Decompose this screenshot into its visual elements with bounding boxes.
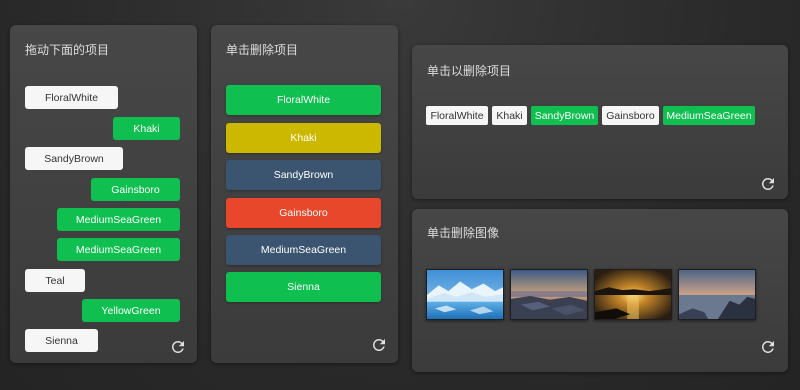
drag-item[interactable]: FloralWhite bbox=[25, 86, 118, 109]
drag-item[interactable]: Sienna bbox=[25, 329, 98, 352]
delete-item[interactable]: Khaki bbox=[226, 123, 381, 153]
drag-item[interactable]: YellowGreen bbox=[82, 299, 180, 322]
delete-item[interactable]: Gainsboro bbox=[226, 198, 381, 228]
coastal-rocks-dusk-image[interactable] bbox=[678, 269, 756, 320]
panel-title: 拖动下面的项目 bbox=[25, 43, 110, 57]
tags-panel: 单击以删除项目 FloralWhite Khaki SandyBrown Gai… bbox=[412, 45, 788, 199]
panel-title: 单击删除图像 bbox=[427, 226, 500, 240]
drag-item[interactable]: Gainsboro bbox=[91, 178, 180, 201]
tag-item[interactable]: SandyBrown bbox=[531, 106, 598, 125]
drag-item[interactable]: MediumSeaGreen bbox=[57, 238, 180, 261]
tag-item[interactable]: MediumSeaGreen bbox=[663, 106, 755, 125]
drag-item[interactable]: MediumSeaGreen bbox=[57, 208, 180, 231]
rocky-shore-sunset-image[interactable] bbox=[510, 269, 588, 320]
panel-title: 单击以删除项目 bbox=[427, 64, 512, 78]
drag-item[interactable]: Khaki bbox=[113, 117, 180, 140]
tag-item[interactable]: FloralWhite bbox=[426, 106, 488, 125]
drag-item[interactable]: Teal bbox=[25, 269, 85, 292]
reload-icon[interactable] bbox=[370, 336, 388, 354]
golden-sunset-sea-image[interactable] bbox=[594, 269, 672, 320]
images-panel: 单击删除图像 bbox=[412, 209, 788, 372]
reload-icon[interactable] bbox=[759, 175, 777, 193]
delete-item[interactable]: Sienna bbox=[226, 272, 381, 302]
delete-items-panel: 单击删除项目 FloralWhite Khaki SandyBrown Gain… bbox=[211, 25, 398, 363]
tag-item[interactable]: Gainsboro bbox=[602, 106, 659, 125]
panel-title: 单击删除项目 bbox=[226, 43, 299, 57]
reload-icon[interactable] bbox=[759, 338, 777, 356]
drag-item[interactable]: SandyBrown bbox=[25, 147, 123, 170]
tag-item[interactable]: Khaki bbox=[492, 106, 527, 125]
glacier-lake-image[interactable] bbox=[426, 269, 504, 320]
drag-items-panel: 拖动下面的项目 FloralWhite Khaki SandyBrown Gai… bbox=[10, 25, 197, 363]
delete-item[interactable]: FloralWhite bbox=[226, 85, 381, 115]
reload-icon[interactable] bbox=[169, 338, 187, 356]
delete-item[interactable]: SandyBrown bbox=[226, 160, 381, 190]
delete-item[interactable]: MediumSeaGreen bbox=[226, 235, 381, 265]
